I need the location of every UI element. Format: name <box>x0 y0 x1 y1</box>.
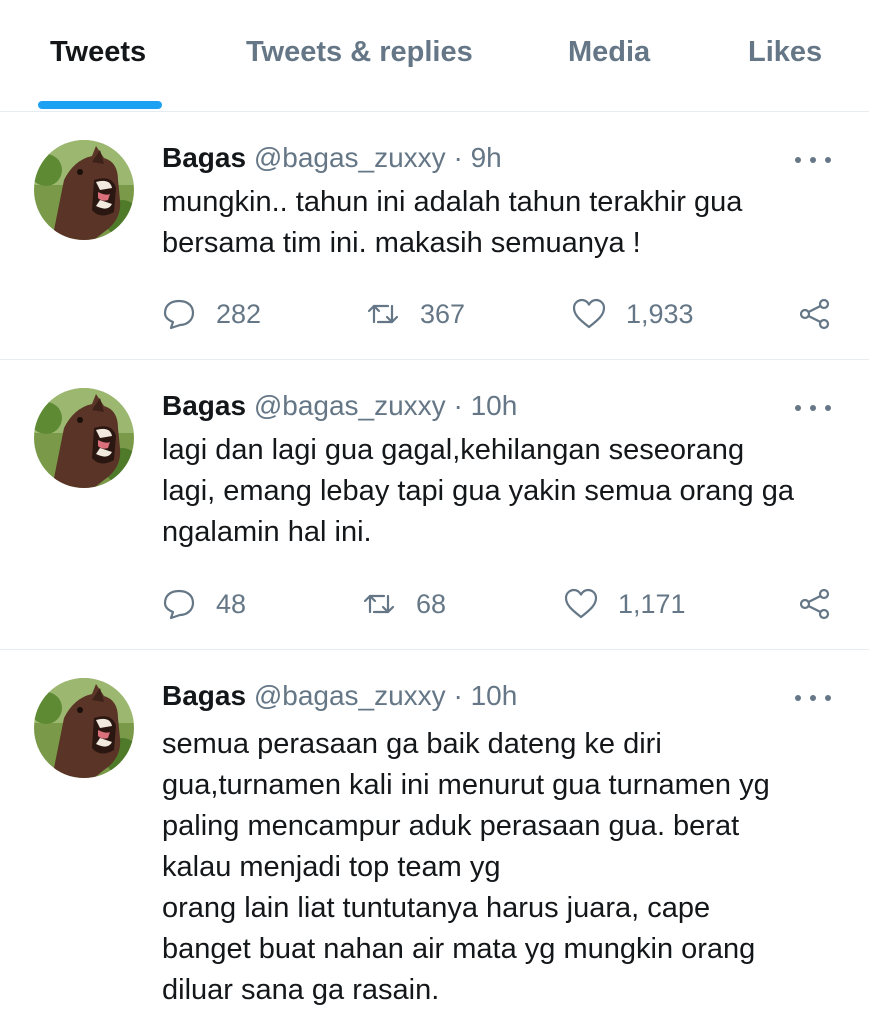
tweet-text: semua perasaan ga baik dateng ke diri gu… <box>162 728 770 1006</box>
avatar[interactable] <box>34 388 134 488</box>
separator-dot: · <box>453 142 463 173</box>
tweet[interactable]: Bagas @bagas_zuxxy · 9h mungkin.. tahun … <box>0 112 869 360</box>
reply-button[interactable]: 48 <box>162 587 246 621</box>
tweet-header: Bagas @bagas_zuxxy · 10h <box>162 390 517 422</box>
separator-dot: · <box>453 390 463 421</box>
avatar[interactable] <box>34 678 134 778</box>
handle[interactable]: @bagas_zuxxy <box>254 680 446 711</box>
more-icon[interactable] <box>795 398 831 418</box>
handle[interactable]: @bagas_zuxxy <box>254 390 446 421</box>
share-button[interactable] <box>798 297 832 331</box>
retweet-icon <box>367 304 399 324</box>
tab-media[interactable]: Media <box>568 36 650 69</box>
display-name[interactable]: Bagas <box>162 680 246 711</box>
tab-likes[interactable]: Likes <box>748 36 822 69</box>
retweet-icon <box>363 594 395 614</box>
tab-tweets[interactable]: Tweets <box>50 36 146 69</box>
heart-icon <box>564 588 598 619</box>
timestamp[interactable]: 10h <box>471 390 518 421</box>
timestamp[interactable]: 9h <box>471 142 502 173</box>
like-count: 1,171 <box>618 588 686 619</box>
tweet[interactable]: Bagas @bagas_zuxxy · 10h semua perasaan … <box>0 650 869 1024</box>
retweet-button[interactable]: 68 <box>362 587 446 621</box>
reply-icon <box>163 589 195 620</box>
like-button[interactable]: 1,171 <box>564 587 686 621</box>
share-button[interactable] <box>798 587 832 621</box>
avatar[interactable] <box>34 140 134 240</box>
reply-count: 282 <box>216 298 262 329</box>
retweet-count: 68 <box>416 588 447 619</box>
display-name[interactable]: Bagas <box>162 142 246 173</box>
reply-count: 48 <box>216 588 247 619</box>
heart-icon <box>572 298 606 329</box>
active-tab-indicator <box>38 101 162 109</box>
tab-tweets-and-replies[interactable]: Tweets & replies <box>246 36 473 69</box>
like-count: 1,933 <box>626 298 694 329</box>
more-icon[interactable] <box>795 150 831 170</box>
tweet-header: Bagas @bagas_zuxxy · 9h <box>162 142 502 174</box>
tweet[interactable]: Bagas @bagas_zuxxy · 10h lagi dan lagi g… <box>0 360 869 650</box>
reply-button[interactable]: 282 <box>162 297 261 331</box>
like-button[interactable]: 1,933 <box>572 297 694 331</box>
profile-tabs: Tweets Tweets & replies Media Likes <box>0 0 869 112</box>
more-icon[interactable] <box>795 688 831 708</box>
retweet-button[interactable]: 367 <box>366 297 465 331</box>
share-icon <box>799 298 830 330</box>
reply-icon <box>163 299 195 330</box>
tweet-header: Bagas @bagas_zuxxy · 10h <box>162 680 517 712</box>
separator-dot: · <box>453 680 463 711</box>
tweet-text: mungkin.. tahun ini adalah tahun terakhi… <box>162 186 743 259</box>
display-name[interactable]: Bagas <box>162 390 246 421</box>
tweet-text: lagi dan lagi gua gagal,kehilangan seseo… <box>162 434 794 548</box>
timestamp[interactable]: 10h <box>471 680 518 711</box>
share-icon <box>799 588 830 620</box>
retweet-count: 367 <box>420 298 466 329</box>
handle[interactable]: @bagas_zuxxy <box>254 142 446 173</box>
